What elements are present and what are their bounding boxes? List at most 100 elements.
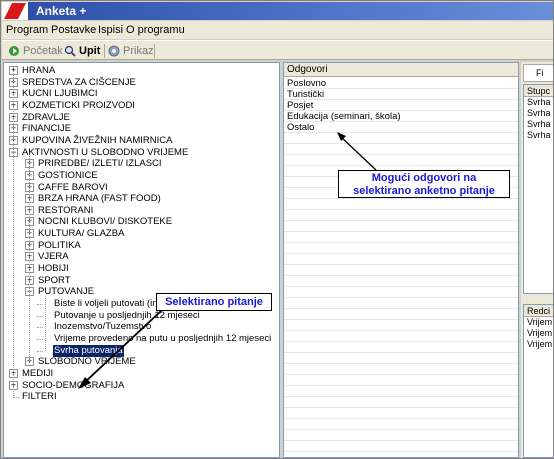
tree-node[interactable]: + BRZA HRANA (FAST FOOD) bbox=[25, 193, 276, 205]
tree-node-label: SLOBODNO VRIJEME bbox=[38, 356, 136, 368]
tree-node-label: MEDIJI bbox=[22, 367, 54, 379]
tree-node-label: SPORT bbox=[38, 274, 71, 286]
answer-row[interactable] bbox=[284, 353, 518, 364]
answers-header[interactable]: Odgovori bbox=[284, 63, 518, 77]
right-pane: Fi Stupc Svrha Svrha Svrha Svrha Redci V… bbox=[521, 62, 553, 458]
answer-row[interactable] bbox=[284, 331, 518, 342]
tree-node-label: VJERA bbox=[38, 251, 69, 263]
answer-row[interactable] bbox=[284, 364, 518, 375]
columns-list[interactable]: Stupc Svrha Svrha Svrha Svrha bbox=[523, 84, 553, 294]
tree-node[interactable]: + SLOBODNO VRIJEME bbox=[25, 356, 276, 368]
rows-list[interactable]: Redci Vrijem Vrijem Vrijem bbox=[523, 304, 553, 458]
tree-node[interactable]: + KULTURA/ GLAZBA bbox=[25, 228, 276, 240]
view-button[interactable]: Prikaz bbox=[108, 44, 154, 58]
tree-node-label: Inozemstvo/Tuzemstvo bbox=[54, 321, 152, 333]
toolbar-separator bbox=[104, 44, 105, 58]
query-button[interactable]: Upit bbox=[64, 44, 100, 58]
title-bar: Anketa + bbox=[2, 2, 553, 20]
answer-row[interactable] bbox=[284, 265, 518, 276]
tree-node-label: FINANCIJE bbox=[22, 123, 72, 135]
tree-node[interactable]: + KUPOVINA ŽIVEŽNIH NAMIRNICA bbox=[9, 135, 276, 147]
tree-node[interactable]: FILTERI bbox=[9, 391, 276, 403]
answer-row[interactable] bbox=[284, 397, 518, 408]
start-button[interactable]: Početak bbox=[8, 44, 63, 58]
tree-node-label: HRANA bbox=[22, 65, 56, 76]
question-tree[interactable]: + HRANA + SREDSTVA ZA CIŠCENJE + KUCNI LJUBIM… bbox=[3, 62, 280, 458]
tree-node[interactable]: + FINANCIJE bbox=[9, 123, 276, 135]
answer-row[interactable]: Turistički bbox=[284, 89, 518, 100]
columns-row[interactable]: Svrha bbox=[524, 130, 553, 141]
tree-node[interactable]: + SOCIO-DEMOGRAFIJA bbox=[9, 380, 276, 392]
answer-row[interactable] bbox=[284, 210, 518, 221]
tree-node[interactable]: + GOSTIONICE bbox=[25, 170, 276, 182]
magnifier-icon bbox=[64, 45, 76, 57]
filter-tab-label: Fi bbox=[536, 68, 544, 78]
tree-connector bbox=[29, 156, 30, 363]
tree-node-label: Putovanje u posljednjih 12 mjeseci bbox=[54, 309, 200, 321]
toolbar: Početak Upit Prikaz bbox=[2, 40, 553, 60]
answer-row[interactable] bbox=[284, 144, 518, 155]
answer-row[interactable] bbox=[284, 320, 518, 331]
answer-row[interactable]: Posjet bbox=[284, 100, 518, 111]
answers-callout-line1: Mogući odgovori na bbox=[371, 172, 477, 184]
tree-node[interactable]: + MEDIJI bbox=[9, 368, 276, 380]
tree-connector bbox=[37, 350, 43, 352]
tree-node[interactable]: + KUCNI LJUBIMCI bbox=[9, 88, 276, 100]
columns-row[interactable]: Svrha bbox=[524, 119, 553, 130]
tree-question[interactable]: Svrha putovanja bbox=[37, 344, 276, 357]
rows-row[interactable]: Vrijem bbox=[524, 328, 553, 339]
tree-node-label: RESTORANI bbox=[38, 204, 94, 216]
tree-node[interactable]: + VJERA bbox=[25, 251, 276, 263]
answer-row[interactable] bbox=[284, 254, 518, 265]
menu-postavke[interactable]: Postavke bbox=[51, 24, 96, 36]
answer-row[interactable] bbox=[284, 430, 518, 441]
menu-ispisi[interactable]: Ispisi bbox=[98, 24, 123, 36]
tree-node[interactable]: + PRIREDBE/ IZLETI/ IZLASCI bbox=[25, 158, 276, 170]
rows-row[interactable]: Vrijem bbox=[524, 317, 553, 328]
answer-row[interactable] bbox=[284, 375, 518, 386]
columns-row[interactable]: Svrha bbox=[524, 97, 553, 108]
menu-program[interactable]: Program bbox=[6, 24, 48, 36]
answer-row[interactable] bbox=[284, 199, 518, 210]
tree-node[interactable]: + POLITIKA bbox=[25, 240, 276, 252]
tree-connector bbox=[37, 315, 43, 317]
answer-row[interactable] bbox=[284, 276, 518, 287]
rows-row[interactable]: Vrijem bbox=[524, 339, 553, 350]
answer-row[interactable] bbox=[284, 298, 518, 309]
menu-o-programu[interactable]: O programu bbox=[126, 24, 185, 36]
tree-question[interactable]: Putovanje u posljednjih 12 mjeseci bbox=[37, 309, 276, 322]
columns-row[interactable]: Svrha bbox=[524, 108, 553, 119]
filter-tab[interactable]: Fi bbox=[523, 64, 553, 82]
answer-row[interactable] bbox=[284, 232, 518, 243]
tree-node[interactable]: − AKTIVNOSTI U SLOBODNO VRIJEME bbox=[9, 147, 276, 159]
tree-node[interactable]: + HOBIJI bbox=[25, 263, 276, 275]
answer-row[interactable]: Poslovno bbox=[284, 78, 518, 89]
tree-node[interactable]: + CAFFE BAROVI bbox=[25, 182, 276, 194]
answer-row[interactable] bbox=[284, 243, 518, 254]
answers-list[interactable]: Odgovori Poslovno Turistički Posjet Edukaci… bbox=[283, 62, 519, 458]
answer-row[interactable] bbox=[284, 441, 518, 452]
tree-node[interactable]: + NOCNI KLUBOVI/ DISKOTEKE bbox=[25, 216, 276, 228]
answer-row[interactable] bbox=[284, 155, 518, 166]
answer-row[interactable] bbox=[284, 342, 518, 353]
tree-node[interactable]: + HRANA bbox=[9, 65, 276, 77]
tree-node[interactable]: + SPORT bbox=[25, 275, 276, 287]
tree-node[interactable]: + RESTORANI bbox=[25, 205, 276, 217]
answer-row[interactable] bbox=[284, 221, 518, 232]
tree-node[interactable]: + SREDSTVA ZA CIŠCENJE bbox=[9, 77, 276, 89]
answer-row[interactable] bbox=[284, 408, 518, 419]
answer-row[interactable] bbox=[284, 309, 518, 320]
tree-question[interactable]: Inozemstvo/Tuzemstvo bbox=[37, 321, 276, 333]
tree-question[interactable]: Vrijeme provedeno na putu u posljednjih … bbox=[37, 333, 276, 345]
tree-node[interactable]: + ZDRAVLJE bbox=[9, 112, 276, 124]
answer-row[interactable] bbox=[284, 386, 518, 397]
tree-node[interactable]: + KOZMETICKI PROIZVODI bbox=[9, 100, 276, 112]
app-window: Anketa + Program Postavke Ispisi O progr… bbox=[0, 0, 554, 459]
answer-row[interactable] bbox=[284, 419, 518, 430]
view-icon bbox=[108, 45, 120, 57]
answer-row[interactable] bbox=[284, 287, 518, 298]
answer-row[interactable]: Edukacija (seminari, škola) bbox=[284, 111, 518, 122]
answer-row[interactable]: Ostalo bbox=[284, 122, 518, 133]
tree-node-label: Svrha putovanja bbox=[53, 344, 124, 357]
answer-row[interactable] bbox=[284, 133, 518, 144]
